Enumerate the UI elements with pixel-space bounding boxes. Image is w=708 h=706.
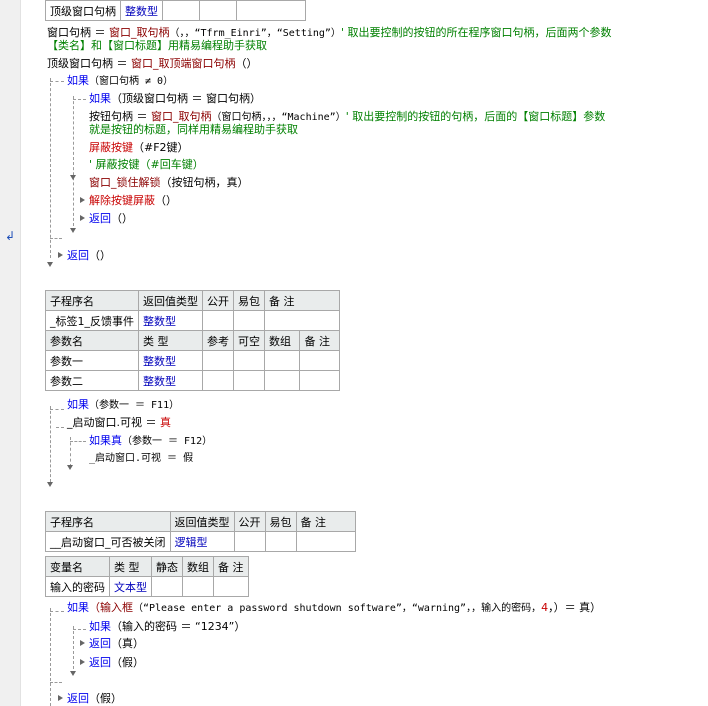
param-type-cell[interactable]: 整数型 <box>138 370 203 391</box>
param-name-cell[interactable]: 参数二 <box>45 370 139 391</box>
header-epkg: 易包 <box>233 290 265 311</box>
header-epkg: 易包 <box>264 511 297 532</box>
flow-line-inner <box>73 96 74 226</box>
if-statement-5[interactable]: 如果（输入的密码 ＝ “1234”） <box>89 620 245 634</box>
code-line-7[interactable]: 解除按键屏蔽（） <box>89 194 177 208</box>
header-array: 数组 <box>182 556 214 577</box>
if-true-statement[interactable]: 如果真（参数一 ＝ F12） <box>89 434 212 448</box>
flow-arrow-icon <box>58 695 63 701</box>
code-line-4[interactable]: 屏蔽按键（#F2键） <box>89 141 189 155</box>
code-line-9[interactable]: 返回（） <box>67 249 111 263</box>
header-public: 公开 <box>233 511 266 532</box>
header-param-type: 类 型 <box>138 330 203 351</box>
code-comment-1b[interactable]: 【类名】和【窗口标题】用精易编程助手获取 <box>47 39 267 53</box>
param-name-cell[interactable]: 参数一 <box>45 350 139 371</box>
return-false-line-outer[interactable]: 返回（假） <box>67 692 122 706</box>
header-subroutine-name: 子程序名 <box>45 290 139 311</box>
subroutine-table-1: 子程序名 返回值类型 公开 易包 备 注 _标签1_反馈事件 整数型 参数名 类… <box>45 290 340 391</box>
subroutine-table-2: 子程序名 返回值类型 公开 易包 备 注 __启动窗口_可否被关闭 逻辑型 <box>45 511 356 552</box>
return-false-line[interactable]: 返回（假） <box>89 656 144 670</box>
flow-arrow-icon <box>67 465 73 470</box>
flow-arrow-icon <box>47 262 53 267</box>
header-param-remark: 备 注 <box>299 330 340 351</box>
subroutine-name-cell[interactable]: __启动窗口_可否被关闭 <box>45 531 171 552</box>
header-return-type: 返回值类型 <box>138 290 203 311</box>
code-line-visible-true[interactable]: _启动窗口.可视 ＝ 真 <box>67 416 171 430</box>
header-return-type: 返回值类型 <box>169 511 235 532</box>
header-nullable: 可空 <box>233 330 265 351</box>
flow-arrow-icon <box>80 640 85 646</box>
var-type-cell[interactable]: 文本型 <box>109 576 152 597</box>
header-var-name: 变量名 <box>45 556 110 577</box>
header-remark: 备 注 <box>264 290 340 311</box>
param-type-cell[interactable]: 整数型 <box>138 350 203 371</box>
header-reference: 参考 <box>202 330 234 351</box>
local-variable-table: 变量名 类 型 静态 数组 备 注 输入的密码 文本型 <box>45 556 249 597</box>
breakpoint-arrow-icon: ↲ <box>5 229 16 243</box>
return-type-cell[interactable]: 整数型 <box>138 310 203 331</box>
return-type-cell[interactable]: 逻辑型 <box>169 531 235 552</box>
header-static: 静态 <box>151 556 183 577</box>
if-statement-3[interactable]: 如果（参数一 ＝ F11） <box>67 398 179 412</box>
flow-arrow-icon <box>70 175 76 180</box>
code-line-3[interactable]: 按钮句柄 ＝ 窗口_取句柄（窗口句柄，，，“Machine”）' 取出要控制的按… <box>89 110 605 124</box>
code-line-visible-false[interactable]: _启动窗口.可视 ＝ 假 <box>89 452 193 466</box>
flow-arrow-icon <box>80 215 85 221</box>
flow-arrow-icon <box>80 197 85 203</box>
code-line-1[interactable]: 窗口句柄 ＝ 窗口_取句柄（，，“Tfrm_Einri”，“Setting”）'… <box>47 26 611 40</box>
return-true-line[interactable]: 返回（真） <box>89 637 144 651</box>
flow-line <box>50 78 51 258</box>
flow-arrow-icon <box>80 659 85 665</box>
flow-arrow-icon <box>70 228 76 233</box>
header-array: 数组 <box>263 330 301 351</box>
if-statement-1[interactable]: 如果（窗口句柄 ≠ 0） <box>67 74 173 88</box>
header-var-type: 类 型 <box>109 556 152 577</box>
subroutine-name-cell[interactable]: _标签1_反馈事件 <box>45 310 139 331</box>
code-line-6[interactable]: 窗口_锁住解锁（按钮句柄，真） <box>89 176 249 190</box>
var-name-cell[interactable]: 顶级窗口句柄 <box>45 0 121 21</box>
var-type-cell[interactable]: 整数型 <box>120 0 163 21</box>
variable-table-top: 顶级窗口句柄 整数型 <box>45 0 306 21</box>
header-subroutine-name: 子程序名 <box>45 511 171 532</box>
var-name-cell[interactable]: 输入的密码 <box>45 576 110 597</box>
code-comment-5[interactable]: ' 屏蔽按键（#回车键） <box>89 158 204 172</box>
header-var-remark: 备 注 <box>213 556 249 577</box>
flow-arrow-icon <box>58 252 63 258</box>
header-param-name: 参数名 <box>45 330 139 351</box>
header-public: 公开 <box>202 290 234 311</box>
code-line-2[interactable]: 顶级窗口句柄 ＝ 窗口_取顶端窗口句柄（） <box>47 57 258 71</box>
header-remark: 备 注 <box>295 511 356 532</box>
if-statement-2[interactable]: 如果（顶级窗口句柄 ＝ 窗口句柄） <box>89 92 261 106</box>
left-gutter <box>0 0 21 706</box>
flow-arrow-icon <box>70 671 76 676</box>
code-comment-3b[interactable]: 就是按钮的标题，同样用精易编程助手获取 <box>89 123 298 137</box>
flow-arrow-icon <box>47 482 53 487</box>
code-line-8[interactable]: 返回（） <box>89 212 133 226</box>
if-statement-4[interactable]: 如果（输入框（“Please enter a password shutdown… <box>67 601 601 615</box>
